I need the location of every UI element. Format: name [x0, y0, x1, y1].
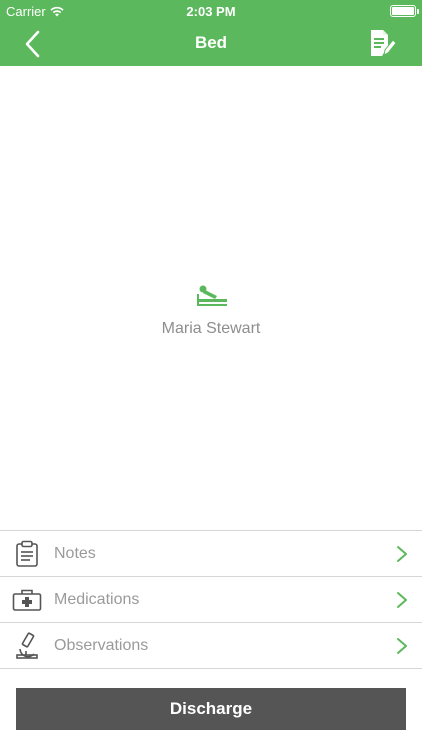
hospital-bed-icon	[197, 285, 227, 306]
discharge-button[interactable]: Discharge	[16, 688, 406, 730]
header: Carrier 2:03 PM Bed	[0, 0, 422, 66]
status-bar: Carrier 2:03 PM	[0, 0, 422, 22]
status-time: 2:03 PM	[186, 4, 236, 19]
chevron-right-icon	[397, 638, 407, 654]
menu-item-observations[interactable]: Observations	[0, 623, 422, 669]
patient-summary: Maria Stewart	[0, 280, 422, 338]
menu-item-label: Notes	[54, 545, 96, 562]
page-title: Bed	[194, 33, 228, 52]
patient-name: Maria Stewart	[161, 320, 261, 337]
first-aid-kit-icon	[12, 585, 42, 615]
clipboard-icon	[12, 539, 42, 569]
edit-document-icon	[371, 30, 396, 56]
menu-item-medications[interactable]: Medications	[0, 577, 422, 623]
chevron-right-icon	[397, 546, 407, 562]
menu-item-label: Medications	[54, 591, 140, 608]
patient-menu: Notes Medications Observations	[0, 530, 422, 669]
nav-bar: Bed	[0, 22, 422, 66]
bed-screen: Carrier 2:03 PM Bed Maria Stewart Notes …	[0, 0, 422, 750]
menu-item-label: Observations	[54, 637, 149, 654]
microscope-icon	[12, 631, 42, 661]
edit-button[interactable]	[364, 25, 400, 61]
battery-icon	[390, 5, 419, 17]
menu-item-notes[interactable]: Notes	[0, 531, 422, 577]
chevron-right-icon	[397, 592, 407, 608]
